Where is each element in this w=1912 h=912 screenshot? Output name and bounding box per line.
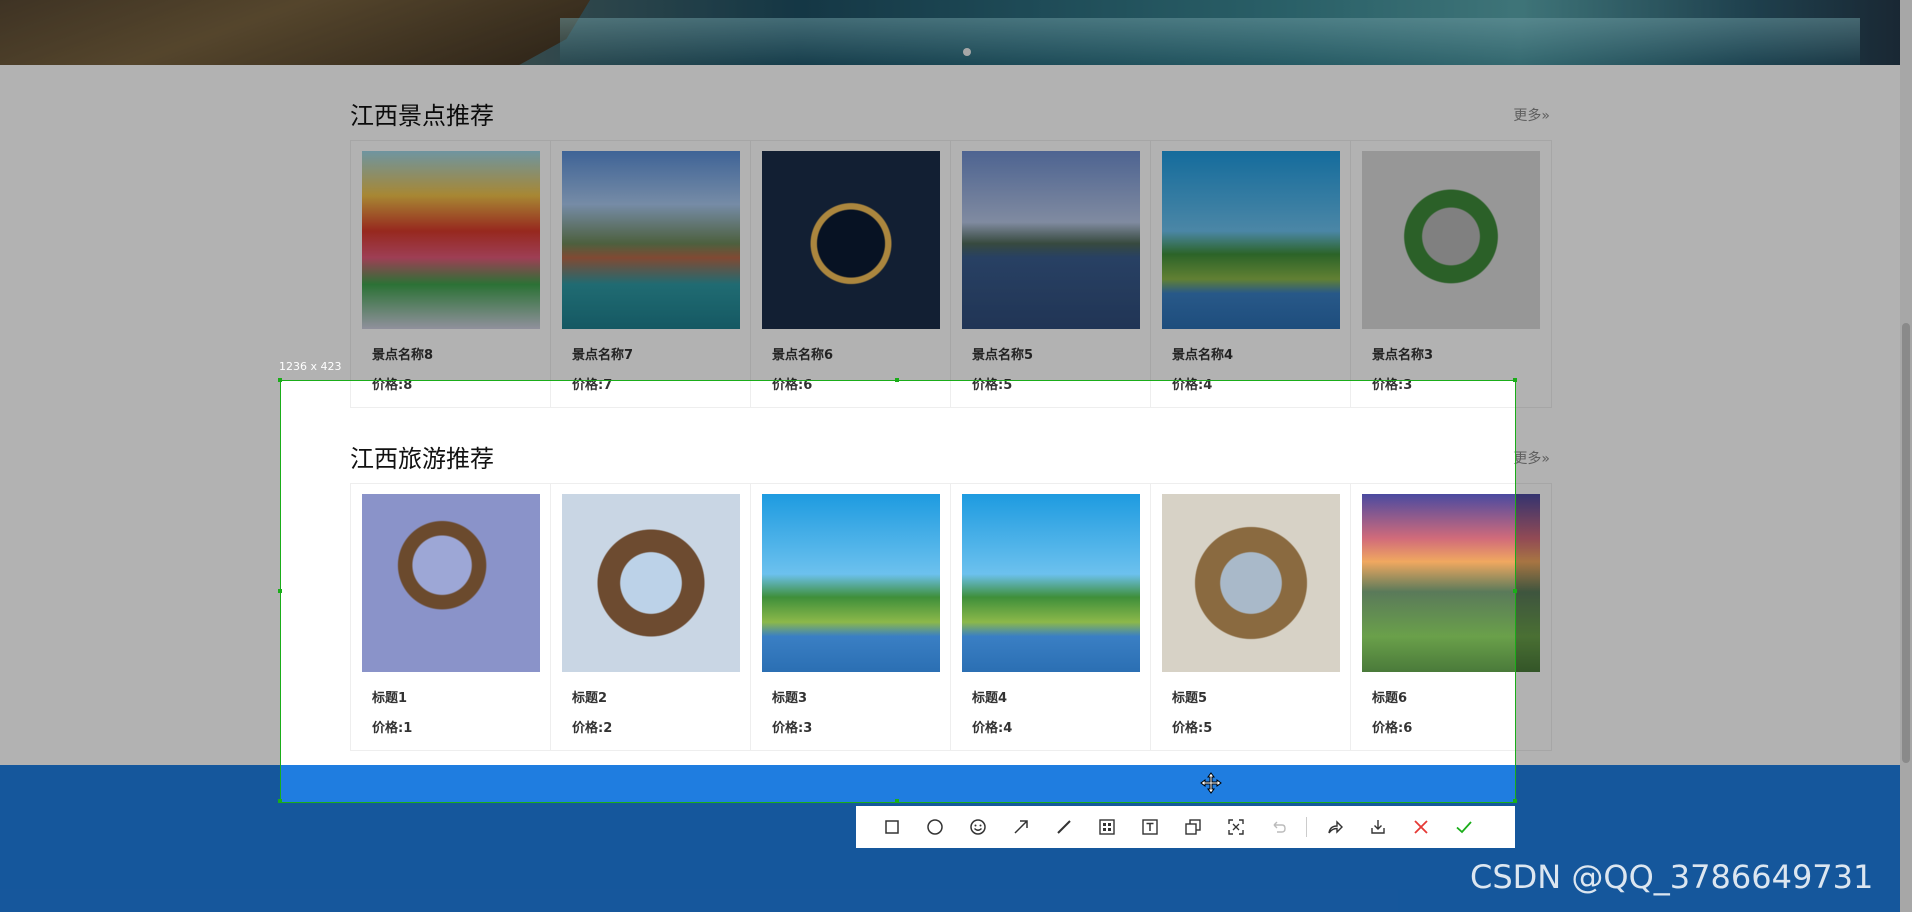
resize-handle-tl[interactable] [278,378,282,382]
text-icon[interactable] [1128,806,1171,848]
confirm-icon[interactable] [1442,806,1485,848]
resize-handle-r[interactable] [1513,589,1517,593]
dim-overlay-left [0,380,280,803]
selection-size-label: 1236 x 423 [279,360,342,373]
resize-handle-l[interactable] [278,589,282,593]
dim-overlay-top [0,0,1912,380]
share-icon[interactable] [1313,806,1356,848]
move-cursor-icon [1200,772,1222,794]
download-icon[interactable] [1356,806,1399,848]
capture-selection-box[interactable] [280,380,1516,803]
resize-handle-b[interactable] [895,799,899,803]
pin-icon[interactable] [1171,806,1214,848]
resize-handle-bl[interactable] [278,799,282,803]
resize-handle-t[interactable] [895,378,899,382]
csdn-watermark: CSDN @QQ_3786649731 [1470,858,1874,896]
toolbar-divider [1306,817,1307,837]
mosaic-icon[interactable] [1085,806,1128,848]
ocr-icon[interactable] [1214,806,1257,848]
emoji-icon[interactable] [956,806,999,848]
ellipse-icon[interactable] [913,806,956,848]
arrow-icon[interactable] [999,806,1042,848]
resize-handle-tr[interactable] [1513,378,1517,382]
dim-overlay-right [1516,380,1912,803]
line-icon[interactable] [1042,806,1085,848]
resize-handle-br[interactable] [1513,799,1517,803]
capture-toolbar [856,806,1515,848]
cancel-icon[interactable] [1399,806,1442,848]
undo-icon[interactable] [1257,806,1300,848]
rectangle-icon[interactable] [870,806,913,848]
